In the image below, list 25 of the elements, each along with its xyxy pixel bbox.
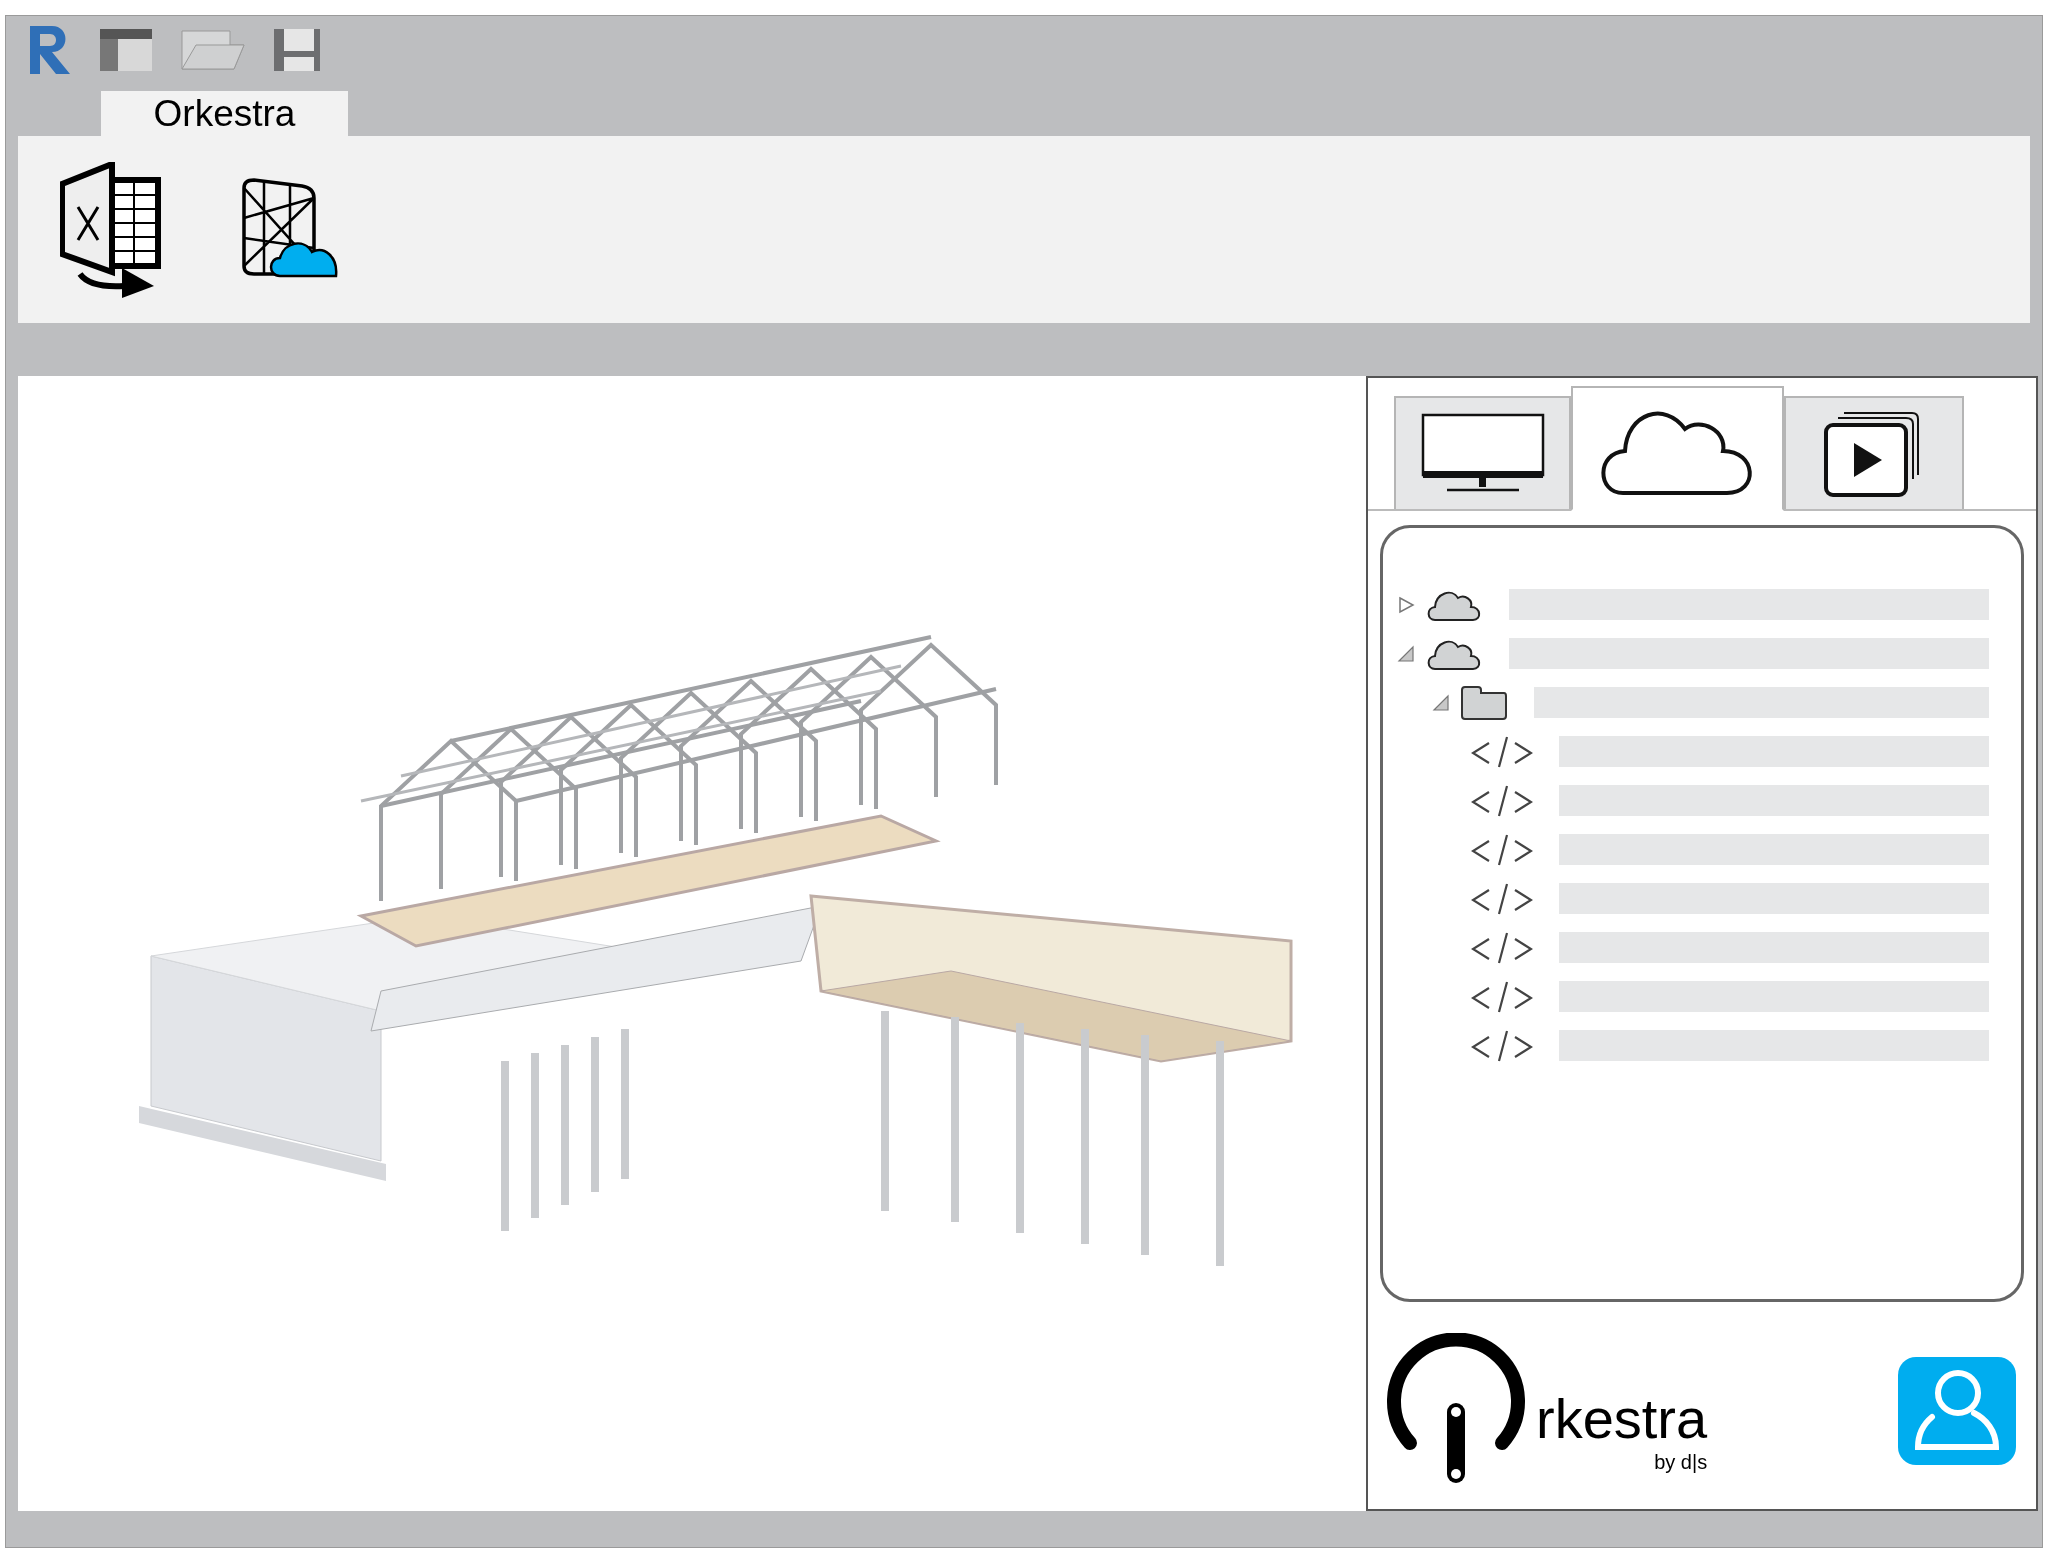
window-icon[interactable]: [100, 29, 152, 71]
folder-icon[interactable]: [180, 29, 246, 71]
model-viewport[interactable]: [18, 376, 1366, 1511]
code-icon: [1471, 930, 1533, 965]
user-button[interactable]: [1898, 1356, 2016, 1465]
folder-icon: [1460, 684, 1508, 721]
code-icon: [1471, 979, 1533, 1014]
panel-tab[interactable]: [1784, 396, 1964, 509]
code-icon: [1471, 783, 1533, 818]
code-icon: [1471, 734, 1533, 769]
panel-tab[interactable]: [1394, 396, 1571, 509]
spreadsheet-export-icon[interactable]: [60, 161, 162, 298]
ribbon-tab[interactable]: Orkestra: [101, 91, 348, 136]
r-logo-icon[interactable]: [28, 24, 72, 76]
expanded-arrow-icon[interactable]: [1432, 693, 1450, 712]
panel-tab[interactable]: [1571, 386, 1784, 511]
collapsed-arrow-icon[interactable]: [1397, 595, 1415, 614]
logo-wordmark: rkestra: [1536, 1388, 1708, 1449]
code-icon: [1471, 1028, 1533, 1063]
logo-byline: by d|s: [1654, 1449, 1708, 1475]
expanded-arrow-icon[interactable]: [1397, 644, 1415, 663]
code-icon: [1471, 881, 1533, 916]
code-icon: [1471, 832, 1533, 867]
user-icon: [1912, 1368, 2002, 1453]
save-icon[interactable]: [274, 29, 320, 71]
